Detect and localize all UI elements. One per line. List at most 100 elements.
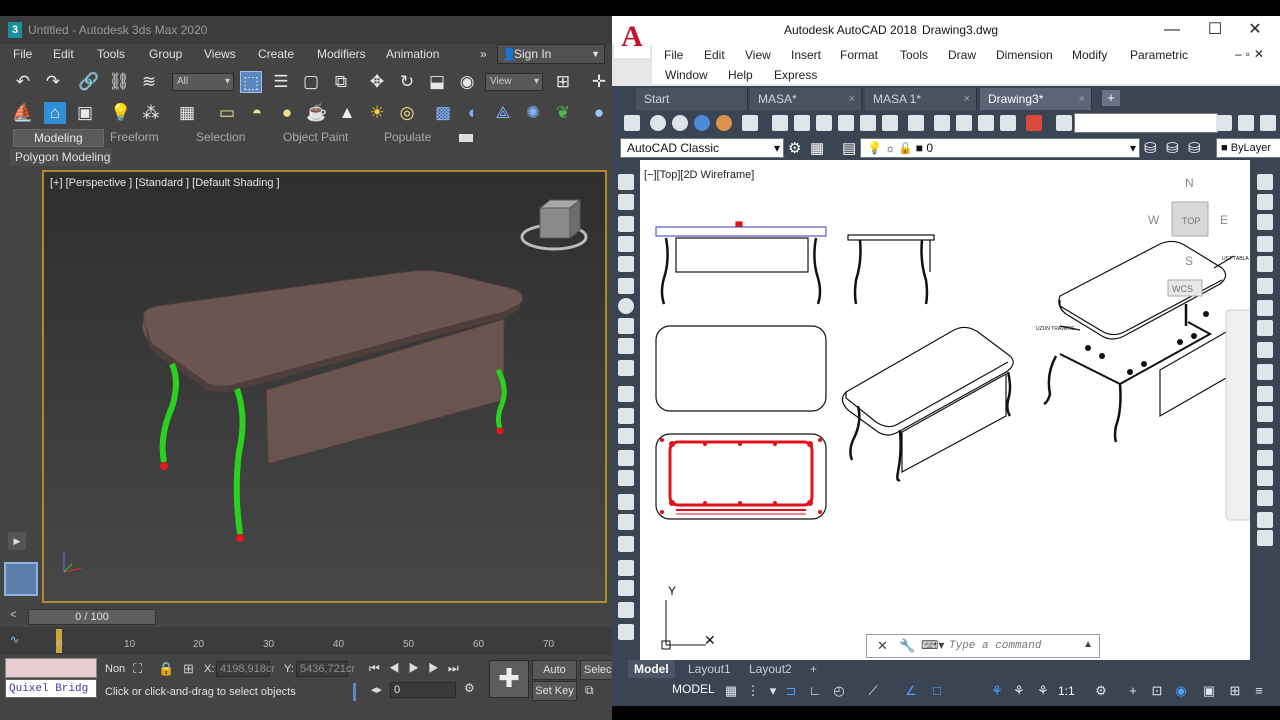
toolbar-icon[interactable]: [794, 115, 810, 131]
menu-view[interactable]: View: [745, 48, 771, 62]
polar-tracking-icon[interactable]: ◴: [832, 684, 846, 698]
spline-icon[interactable]: [618, 338, 634, 354]
toolbar-icon[interactable]: [694, 115, 710, 131]
tab-close-icon[interactable]: ×: [964, 88, 970, 110]
tab-layout1[interactable]: Layout1: [682, 660, 737, 678]
close-icon[interactable]: ✕: [1240, 16, 1270, 44]
tab-close-icon[interactable]: ×: [849, 88, 855, 110]
menu-modifiers[interactable]: Modifiers: [317, 47, 366, 61]
menu-overflow-icon[interactable]: »: [480, 47, 487, 61]
menu-tools[interactable]: Tools: [900, 48, 928, 62]
time-config-icon[interactable]: ⚙: [464, 681, 475, 695]
menu-edit[interactable]: Edit: [53, 47, 74, 61]
toolbar-icon[interactable]: [624, 115, 640, 131]
ortho-icon[interactable]: ∟: [808, 684, 822, 698]
window-crossing-icon[interactable]: ⧉: [330, 71, 352, 93]
render-setup-icon[interactable]: ◐: [462, 102, 484, 124]
extend-icon[interactable]: [1257, 386, 1273, 402]
compass-west[interactable]: W: [1148, 213, 1160, 227]
menu-views[interactable]: Views: [204, 47, 236, 61]
arnold-icon[interactable]: ✺: [522, 102, 544, 124]
workspace-switching-icon[interactable]: ⚙: [1094, 684, 1108, 698]
toolbar-icon[interactable]: [882, 115, 898, 131]
table-drawings[interactable]: UST TABLA UZUN TRAVERS TOP N W E S WCS Y…: [640, 160, 1250, 660]
current-frame-field[interactable]: 0: [390, 682, 456, 698]
hardware-acceleration-icon[interactable]: ▣: [1202, 684, 1216, 698]
menu-parametric[interactable]: Parametric: [1130, 48, 1188, 62]
units-icon[interactable]: ⊡: [1150, 684, 1164, 698]
ribbon-tab-populate[interactable]: Populate: [384, 130, 431, 144]
ribbon-tab-freeform[interactable]: Freeform: [110, 130, 159, 144]
set-keys-icon[interactable]: ✚: [489, 660, 529, 698]
polyline-icon[interactable]: [618, 216, 634, 232]
playback-controls[interactable]: ⏮◀▶▶⏭: [369, 661, 468, 676]
layer-states-icon[interactable]: ⛁: [1188, 139, 1201, 157]
annotation-scale-icon[interactable]: ⚘: [1036, 684, 1050, 698]
navigation-bar[interactable]: [1225, 309, 1250, 521]
toolbar-icon[interactable]: [816, 115, 832, 131]
workspace-settings-icon[interactable]: ⚙: [788, 139, 801, 157]
clean-screen-icon[interactable]: ⊞: [1228, 684, 1242, 698]
layer-explorer-icon[interactable]: ⌂: [44, 102, 66, 124]
menu-window[interactable]: Window: [665, 68, 708, 82]
toolbar-icon[interactable]: [650, 115, 666, 131]
toolbar-icon[interactable]: [1216, 115, 1232, 131]
explode-icon[interactable]: [1257, 512, 1273, 528]
redo-icon[interactable]: ↷: [42, 71, 64, 93]
command-prompt-icon[interactable]: ⌨▾: [921, 638, 944, 652]
insert-block-icon[interactable]: [618, 386, 634, 402]
select-object-icon[interactable]: ⬚: [240, 71, 262, 93]
revcloud-icon[interactable]: [618, 318, 634, 334]
x-coordinate-field[interactable]: 4198,918cr: [216, 661, 275, 677]
region-icon[interactable]: [618, 494, 634, 510]
menu-modify[interactable]: Modify: [1072, 48, 1107, 62]
toolbar-icon[interactable]: [1026, 115, 1042, 131]
snap-mode-icon[interactable]: ⋮: [746, 684, 760, 698]
key-mode-icon[interactable]: ◂▸: [371, 683, 382, 696]
move-icon[interactable]: ✥: [366, 71, 388, 93]
link-icon[interactable]: 🔗: [78, 71, 100, 93]
isometric-drafting-icon[interactable]: ⟋: [866, 684, 880, 698]
selection-filter-dropdown[interactable]: All ▾: [172, 73, 234, 91]
isolate-objects-icon[interactable]: ◉: [1174, 684, 1188, 698]
toolbar-icon[interactable]: [618, 602, 634, 618]
place-icon[interactable]: ◉: [456, 71, 478, 93]
viewport-layout-icon[interactable]: [4, 562, 38, 596]
sun-icon[interactable]: ☀: [366, 102, 388, 124]
command-line[interactable]: ✕ 🔧 ⌨▾ ▲: [866, 634, 1100, 658]
compass-north[interactable]: N: [1185, 176, 1194, 190]
toolbar-icon[interactable]: [1000, 115, 1016, 131]
rotate-icon[interactable]: ↻: [396, 71, 418, 93]
sky-icon[interactable]: ◎: [396, 102, 418, 124]
arc-icon[interactable]: [618, 278, 634, 294]
toolbar-icon[interactable]: [742, 115, 758, 131]
rect-selection-icon[interactable]: ▢: [300, 71, 322, 93]
toolbar-icon[interactable]: [772, 115, 788, 131]
tab-drawing3[interactable]: Drawing3* ×: [980, 88, 1092, 110]
undo-icon[interactable]: ↶: [12, 71, 34, 93]
toolbar-icon[interactable]: [672, 115, 688, 131]
unlink-icon[interactable]: ⛓: [108, 71, 130, 93]
absolute-mode-icon[interactable]: ⊞: [183, 661, 194, 677]
ribbon-tab-object-paint[interactable]: Object Paint: [283, 130, 348, 144]
scale-icon[interactable]: [1257, 320, 1273, 336]
perspective-viewport[interactable]: [+] [Perspective ] [Standard ] [Default …: [42, 170, 607, 603]
render-frame-icon[interactable]: ▣: [74, 102, 96, 124]
tab-masa[interactable]: MASA* ×: [750, 88, 862, 110]
search-icon[interactable]: [1056, 115, 1072, 131]
move-icon[interactable]: [1257, 278, 1273, 294]
document-window-controls[interactable]: –▫✕: [1235, 47, 1268, 61]
menu-create[interactable]: Create: [258, 47, 294, 61]
plan-view-frame-selected[interactable]: [668, 440, 814, 507]
menu-file[interactable]: File: [664, 48, 683, 62]
front-view-top-selected[interactable]: [655, 226, 827, 237]
polygon-icon[interactable]: [618, 236, 634, 252]
array-icon[interactable]: [1257, 256, 1273, 272]
table-3d-model[interactable]: [44, 172, 605, 601]
construction-line-icon[interactable]: [618, 194, 634, 210]
toolbar-icon[interactable]: [618, 580, 634, 596]
scene-explorer-icon[interactable]: ⛵: [12, 102, 34, 124]
autocad-logo-icon[interactable]: A: [614, 16, 650, 58]
environment-icon[interactable]: ●: [588, 102, 610, 124]
drawing-canvas[interactable]: [−][Top][2D Wireframe] UST TABLA UZUN TR…: [640, 160, 1250, 660]
